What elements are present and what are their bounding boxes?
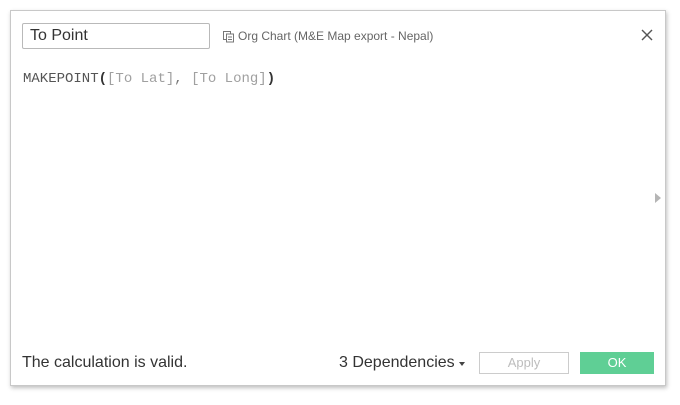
close-icon (641, 29, 653, 41)
formula-open-paren: ( (98, 71, 108, 87)
datasource-name: Org Chart (M&E Map export - Nepal) (238, 29, 434, 43)
validation-status: The calculation is valid. (22, 354, 188, 371)
close-button[interactable] (639, 27, 655, 43)
formula-editor[interactable]: MAKEPOINT([To Lat], [To Long]) (23, 71, 651, 341)
ok-button[interactable]: OK (580, 352, 654, 374)
formula-close-paren: ) (266, 71, 276, 87)
datasource-icon (223, 30, 234, 42)
dependencies-dropdown[interactable]: 3 Dependencies (339, 354, 465, 372)
formula-function: MAKEPOINT (23, 71, 99, 87)
side-panel-expand-arrow-icon[interactable] (655, 193, 661, 203)
calculation-name-input[interactable] (22, 23, 210, 49)
apply-button[interactable]: Apply (479, 352, 569, 374)
dependencies-label: 3 Dependencies (339, 354, 455, 371)
formula-separator: , (174, 71, 192, 87)
formula-field-to-lat: [To Lat] (107, 71, 175, 87)
formula-field-to-long: [To Long] (191, 71, 267, 87)
calculation-editor-dialog: Org Chart (M&E Map export - Nepal) MAKEP… (10, 10, 666, 386)
datasource-label: Org Chart (M&E Map export - Nepal) (222, 27, 433, 45)
caret-down-icon (458, 362, 465, 366)
